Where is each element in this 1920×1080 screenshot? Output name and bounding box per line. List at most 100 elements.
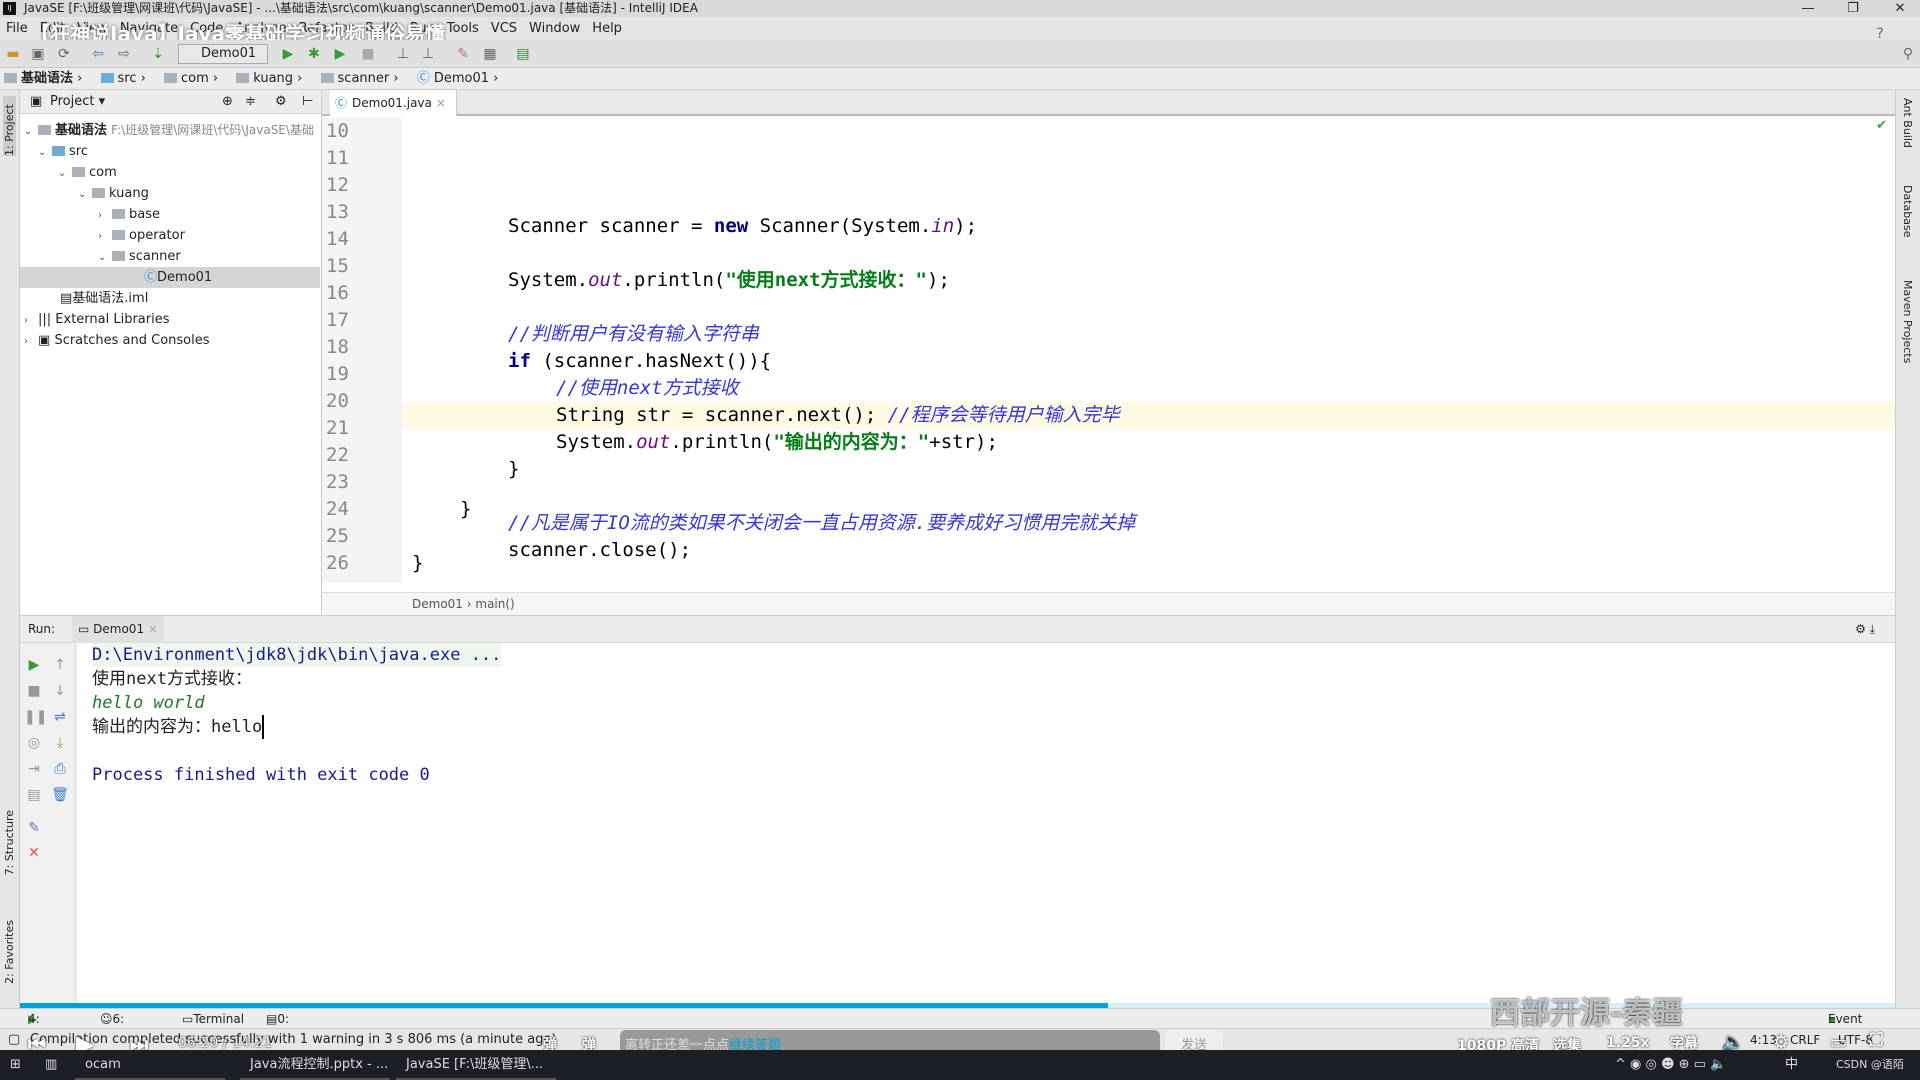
line-number: 25 [326,525,349,547]
fullscreen-icon[interactable]: ⛶ [1870,1030,1883,1051]
speed-button[interactable]: 1.25x [1606,1035,1650,1051]
tree-item-iml[interactable]: ▤基础语法.iml [20,288,320,309]
start-icon[interactable]: ⊞ [10,1050,21,1080]
layout-icon[interactable]: ▤ [24,785,44,805]
debug-icon[interactable]: ✱ [306,46,322,62]
crumb-class[interactable]: Demo01 [412,597,463,611]
sdk-icon[interactable]: ▤ [515,46,531,62]
tab-messages[interactable]: ▤ 0: Messages [266,1009,336,1046]
class-icon: Ⓒ [416,71,434,86]
menu-file[interactable]: File [6,21,28,36]
tree-item-scratches[interactable]: › ▣ Scratches and Consoles [20,330,320,351]
taskbar-ocam[interactable]: ocam [75,1050,225,1080]
intellij-logo-icon: IJ [3,2,16,15]
pin-icon[interactable]: ✎ [24,818,44,838]
tray-icons[interactable]: ^ ◉ ◎ ☻ ⊕ ▭ 🔈 [1615,1050,1726,1080]
tab-terminal[interactable]: ▭ Terminal [182,1009,244,1029]
line-number-gutter: 10 11 12 13 14 15 16 17 18 19 20 21 22 23 24 25 26 [322,118,402,583]
menu-help[interactable]: Help [592,21,622,36]
nav-src[interactable]: src › [97,71,152,86]
project-structure-icon[interactable]: ▦ [482,46,498,62]
structure-tool-button[interactable]: 7: Structure [3,810,16,875]
taskbar-intellij[interactable]: JavaSE [F:\班级管理\... [396,1050,556,1080]
taskbar-pptx[interactable]: Java流程控制.pptx - ... [240,1050,390,1080]
vcs-icon[interactable]: ⊥ [395,46,411,62]
nav-com[interactable]: com › [160,71,224,86]
ime-indicator[interactable]: 中 [1785,1050,1798,1080]
hide-icon[interactable]: ⊢ [302,90,313,114]
tree-item-root[interactable]: ⌄ 基础语法 F:\班级管理\网课班\代码\JavaSE\基础 [20,120,320,141]
down-icon[interactable]: ↓ [50,681,70,701]
build-icon[interactable]: ⇣ [150,46,166,62]
analysis-ok-icon: ✔ [1876,118,1887,133]
project-view-select[interactable]: Project [50,94,94,109]
stop-icon[interactable]: ■ [360,46,376,62]
coverage-icon[interactable]: ▶ [332,46,348,62]
collapse-icon[interactable]: ≑ [245,90,256,114]
scroll-to-end-icon[interactable]: ⤓ [50,733,70,753]
print-icon[interactable]: ⎙ [50,759,70,779]
console-output[interactable]: D:\Environment\jdk8\jdk\bin\java.exe ...… [77,643,1895,1008]
rerun-icon[interactable]: ▶ [24,655,44,675]
crumb-method[interactable]: main() [475,597,514,611]
tree-item-base[interactable]: › base [20,204,320,225]
tree-item-demo01[interactable]: ⒸDemo01 [20,267,320,288]
status-toggle-icon[interactable]: ▢ [8,1029,20,1051]
maven-projects-tool-button[interactable]: Maven Projects [1901,280,1914,363]
task-view-icon[interactable]: ▥ [45,1050,57,1080]
close-run-icon[interactable]: ✕ [24,843,44,863]
nav-scanner[interactable]: scanner › [317,71,405,86]
menu-tools[interactable]: Tools [447,21,479,36]
nav-project[interactable]: 基础语法 › [0,71,88,86]
nav-demo01[interactable]: Ⓒ Demo01 › [413,71,505,86]
gear-icon[interactable]: ⚙ [275,90,287,114]
favorites-tool-button[interactable]: 2: Favorites [3,920,16,984]
clear-all-icon[interactable]: 🗑 [50,785,70,805]
up-icon[interactable]: ↑ [50,655,70,675]
menu-window[interactable]: Window [529,21,580,36]
save-icon[interactable]: ▣ [30,46,46,62]
locate-icon[interactable]: ⊕ [222,90,233,114]
ant-build-tool-button[interactable]: Ant Build [1901,98,1914,148]
close-tab-icon[interactable]: × [436,96,446,110]
open-folder-icon[interactable]: ▬ [5,46,21,62]
folder-icon [52,146,65,156]
exit-icon[interactable]: ⇥ [24,759,44,779]
tree-item-operator[interactable]: › operator [20,225,320,246]
console-command-line: D:\Environment\jdk8\jdk\bin\java.exe ... [92,643,502,667]
tree-item-src[interactable]: ⌄ src [20,141,320,162]
run-settings-icon[interactable]: ⚙ ⤓ [1855,616,1875,643]
stop-icon[interactable]: ■ [24,681,44,701]
tab-todo[interactable]: ☺ 6: TODO [100,1009,148,1046]
forward-icon[interactable]: ⇨ [116,46,132,62]
update-icon[interactable]: ⊥ [420,46,436,62]
help-icon[interactable]: ? [1872,26,1888,42]
minimize-button[interactable]: — [1793,0,1823,17]
tree-item-scanner[interactable]: ⌄ scanner [20,246,320,267]
settings-wrench-icon[interactable]: ✎ [455,46,471,62]
tab-demo01-java[interactable]: Ⓒ Demo01.java × [330,90,457,116]
pause-icon[interactable]: ❚❚ [24,707,47,727]
menu-vcs[interactable]: VCS [491,21,517,36]
line-separator[interactable]: CRLF [1790,1029,1820,1051]
tree-item-com[interactable]: ⌄ com [20,162,320,183]
close-button[interactable]: ✕ [1885,0,1915,17]
video-time: 06:20 / 14:21 [178,1035,273,1051]
tree-item-external-libraries[interactable]: › ||| External Libraries [20,309,320,330]
run-config-select[interactable]: Demo01 ⌄ [178,44,268,79]
restore-button[interactable]: ❐ [1838,0,1868,17]
code-editor[interactable]: Ⓒ Demo01.java × 10 11 12 13 14 15 16 17 18 19 20 21 2… [322,90,1895,615]
soft-wrap-icon[interactable]: ⇌ [50,707,70,727]
run-tab-demo01[interactable]: ▭ Demo01 × [72,616,164,643]
back-icon[interactable]: ⇦ [90,46,106,62]
tree-item-kuang[interactable]: ⌄ kuang [20,183,320,204]
line-number: 17 [326,309,349,331]
run-icon[interactable]: ▶ [280,46,296,62]
project-tool-button[interactable]: 1: Project [3,96,16,156]
nav-kuang[interactable]: kuang › [232,71,308,86]
database-tool-button[interactable]: Database [1901,185,1914,238]
search-icon[interactable]: ⚲ [1900,46,1916,62]
dump-threads-icon[interactable]: ◎ [24,733,44,753]
sync-icon[interactable]: ⟳ [56,46,72,62]
console-user-input: hello world [92,693,205,713]
